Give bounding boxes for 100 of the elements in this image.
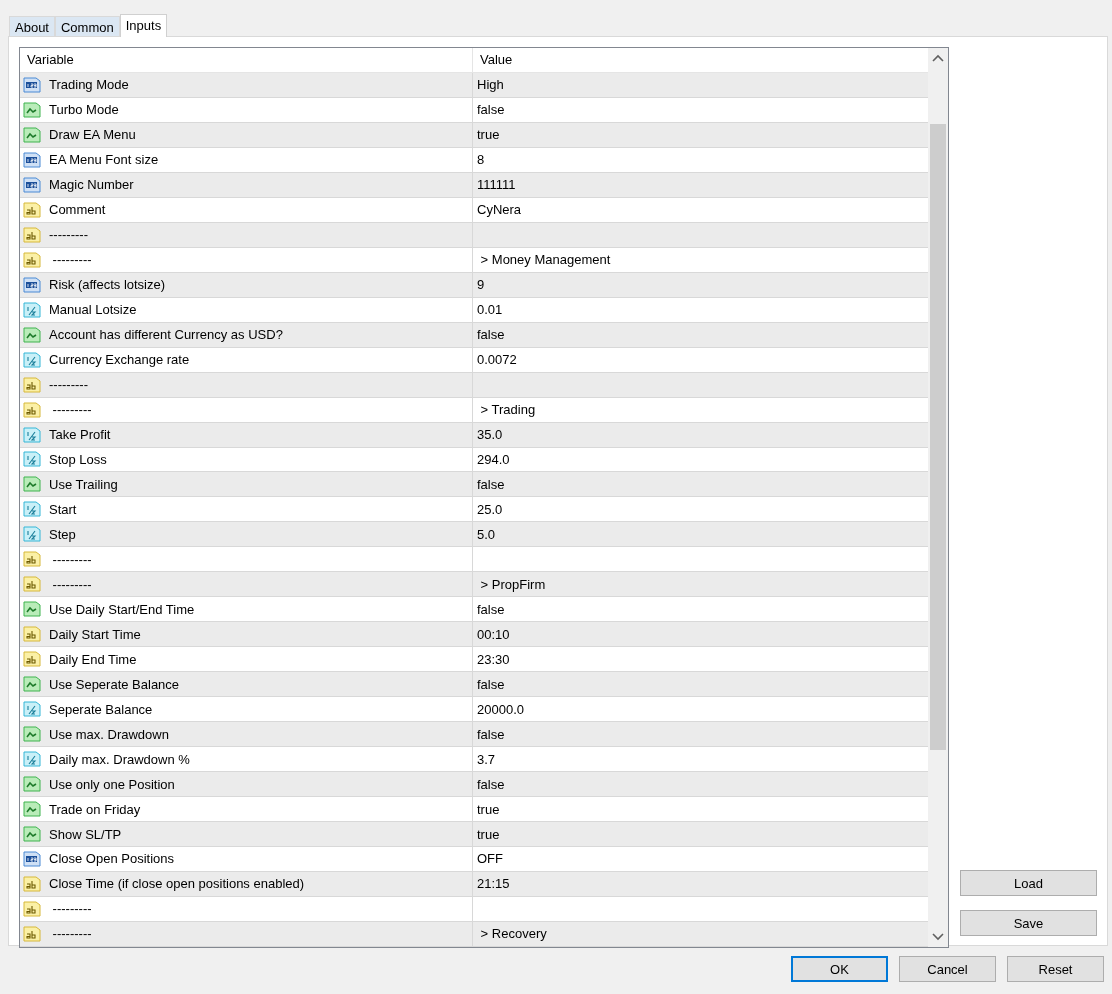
variable-value: 5.0 [477,526,496,542]
tab[interactable]: Inputs [119,14,168,37]
variable-value: > Recovery [479,926,547,942]
text-icon [23,924,41,943]
variable-value: 0.01 [477,302,503,318]
dialog-button[interactable]: OK [791,956,888,982]
variable-name: Use Daily Start/End Time [49,601,195,617]
variable-value: false [477,676,505,692]
integer-icon [23,275,41,294]
toggle-icon [23,675,41,694]
tab[interactable]: About [9,16,55,36]
variable-name: --------- [49,377,88,393]
variable-value: true [477,127,500,143]
variable-name: --------- [49,227,88,243]
variable-value: false [477,726,505,742]
variable-value: false [477,102,505,118]
variable-value: 3.7 [477,751,496,767]
variable-name: Daily End Time [49,651,137,667]
toggle-icon [23,125,41,144]
variable-name: Use max. Drawdown [49,726,169,742]
variable-value: 00:10 [477,626,510,642]
integer-icon [23,175,41,194]
variable-name: Use only one Position [49,776,175,792]
text-icon [23,874,41,893]
variable-value: OFF [477,851,503,867]
toggle-icon [23,475,41,494]
fraction-icon [23,450,41,469]
variable-value: 8 [477,152,485,168]
variable-name: Comment [49,202,106,218]
variable-value: false [477,601,505,617]
variable-name: Step [49,526,76,542]
variable-name: --------- [51,402,92,418]
fraction-icon [23,300,41,319]
variable-name: --------- [51,551,92,567]
variable-name: --------- [51,252,92,268]
integer-icon [23,75,41,94]
variable-value: 20000.0 [477,701,524,717]
variable-value: 21:15 [477,876,510,892]
variable-value: 111111 [477,177,516,193]
tab[interactable]: Common [55,16,120,36]
variable-name: Account has different Currency as USD? [49,327,283,343]
variable-name: Seperate Balance [49,701,153,717]
fraction-icon [23,700,41,719]
column-header[interactable]: Value [480,52,513,68]
variable-name: Close Open Positions [49,851,174,867]
side-button[interactable]: Save [960,910,1097,936]
variable-value: > Money Management [479,252,611,268]
variable-value: 23:30 [477,651,510,667]
variable-name: Close Time (if close open positions enabled) [49,876,305,892]
text-icon [23,200,41,219]
variable-value: 0.0072 [477,352,517,368]
variable-name: Draw EA Menu [49,127,136,143]
variable-value: true [477,801,500,817]
variable-name: Risk (affects lotsize) [49,277,166,293]
toggle-icon [23,600,41,619]
scroll-up-icon[interactable] [932,54,944,62]
variable-value: 35.0 [477,427,503,442]
variable-name: Daily max. Drawdown % [49,751,190,767]
scrollbar[interactable] [928,48,948,947]
variable-name: Daily Start Time [49,626,141,642]
variable-name: --------- [51,926,92,942]
variable-value: CyNera [477,202,522,218]
variable-name: Start [49,501,77,517]
variable-name: Use Seperate Balance [49,676,180,692]
variable-value: > Trading [479,402,536,418]
text-icon [23,575,41,594]
text-icon [23,225,41,244]
variable-value: > PropFirm [479,576,546,592]
variable-name: Stop Loss [49,452,107,467]
text-icon [23,899,41,918]
toggle-icon [23,825,41,843]
variable-value: 25.0 [477,501,503,517]
fraction-icon [23,750,41,769]
variable-name: EA Menu Font size [49,152,159,168]
toggle-icon [23,325,41,344]
side-button[interactable]: Load [960,870,1097,896]
dialog-button[interactable]: Reset [1007,956,1104,982]
dialog-button[interactable]: Cancel [899,956,996,982]
variable-value: 294.0 [477,452,510,467]
variable-name: Show SL/TP [49,826,122,842]
variable-name: Manual Lotsize [49,302,137,318]
text-icon [23,650,41,669]
variable-name: Take Profit [49,427,111,442]
scroll-down-icon[interactable] [932,933,944,941]
toggle-icon [23,800,41,819]
variable-name: Use Trailing [49,476,118,492]
variable-value: 9 [477,277,485,293]
fraction-icon [23,500,41,519]
text-icon [23,400,41,419]
variable-value: false [477,476,505,492]
text-icon [23,375,41,394]
integer-icon [23,850,41,868]
variable-name: Trade on Friday [49,801,141,817]
variable-name: Turbo Mode [49,102,119,118]
variable-name: --------- [51,901,92,917]
column-header[interactable]: Variable [27,52,74,68]
variable-value: true [477,826,500,842]
integer-icon [23,150,41,169]
variable-name: Trading Mode [49,77,129,93]
fraction-icon [23,350,41,369]
